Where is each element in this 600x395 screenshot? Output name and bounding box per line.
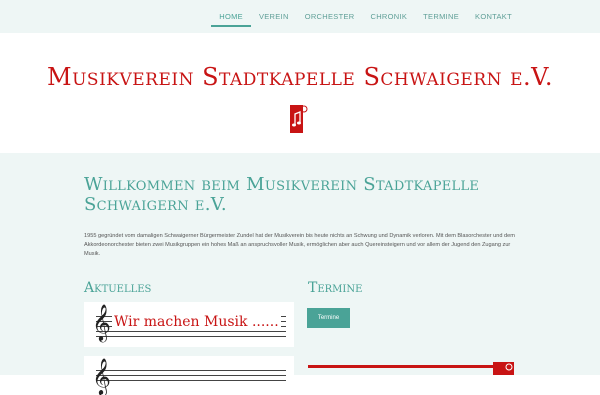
staff-line — [96, 380, 286, 381]
nav-item-kontakt[interactable]: KONTAKT — [467, 0, 520, 33]
staff-line — [96, 370, 286, 371]
main-content: Willkommen beim Musikverein Stadtkapelle… — [0, 153, 600, 392]
news-title: Wir machen Musik ...... — [112, 314, 281, 330]
intro-text: 1955 gegründet vom damaligen Schwaigerne… — [84, 233, 515, 257]
nav-item-orchester[interactable]: ORCHESTER — [297, 0, 363, 33]
nav-item-chronik[interactable]: CHRONIK — [362, 0, 415, 33]
music-note-logo-icon — [493, 362, 514, 375]
welcome-heading: Willkommen beim Musikverein Stadtkapelle… — [84, 174, 480, 215]
staff-line — [96, 375, 286, 376]
site-header: Musikverein Stadtkapelle Schwaigern e.V. — [0, 33, 600, 153]
staff-line — [96, 331, 286, 332]
termine-banner-bar — [308, 365, 514, 368]
nav-item-termine[interactable]: TERMINE — [415, 0, 467, 33]
site-title: Musikverein Stadtkapelle Schwaigern e.V. — [47, 63, 553, 91]
music-note-logo-icon[interactable] — [290, 105, 308, 133]
news-card[interactable]: 𝄞 Wir machen Musik ...... — [84, 302, 294, 347]
termine-button[interactable]: Termine — [307, 308, 350, 328]
treble-clef-icon: 𝄞 — [92, 303, 111, 341]
aktuelles-heading: Aktuelles — [84, 280, 152, 296]
nav-item-verein[interactable]: VEREIN — [251, 0, 297, 33]
nav-menu: HOME VEREIN ORCHESTER CHRONIK TERMINE KO… — [211, 0, 520, 33]
staff-line — [96, 336, 286, 337]
top-navigation: HOME VEREIN ORCHESTER CHRONIK TERMINE KO… — [0, 0, 600, 33]
treble-clef-icon: 𝄞 — [92, 357, 111, 395]
news-card[interactable]: 𝄞 — [84, 356, 294, 392]
nav-item-home[interactable]: HOME — [211, 0, 251, 27]
termine-heading: Termine — [308, 280, 363, 296]
